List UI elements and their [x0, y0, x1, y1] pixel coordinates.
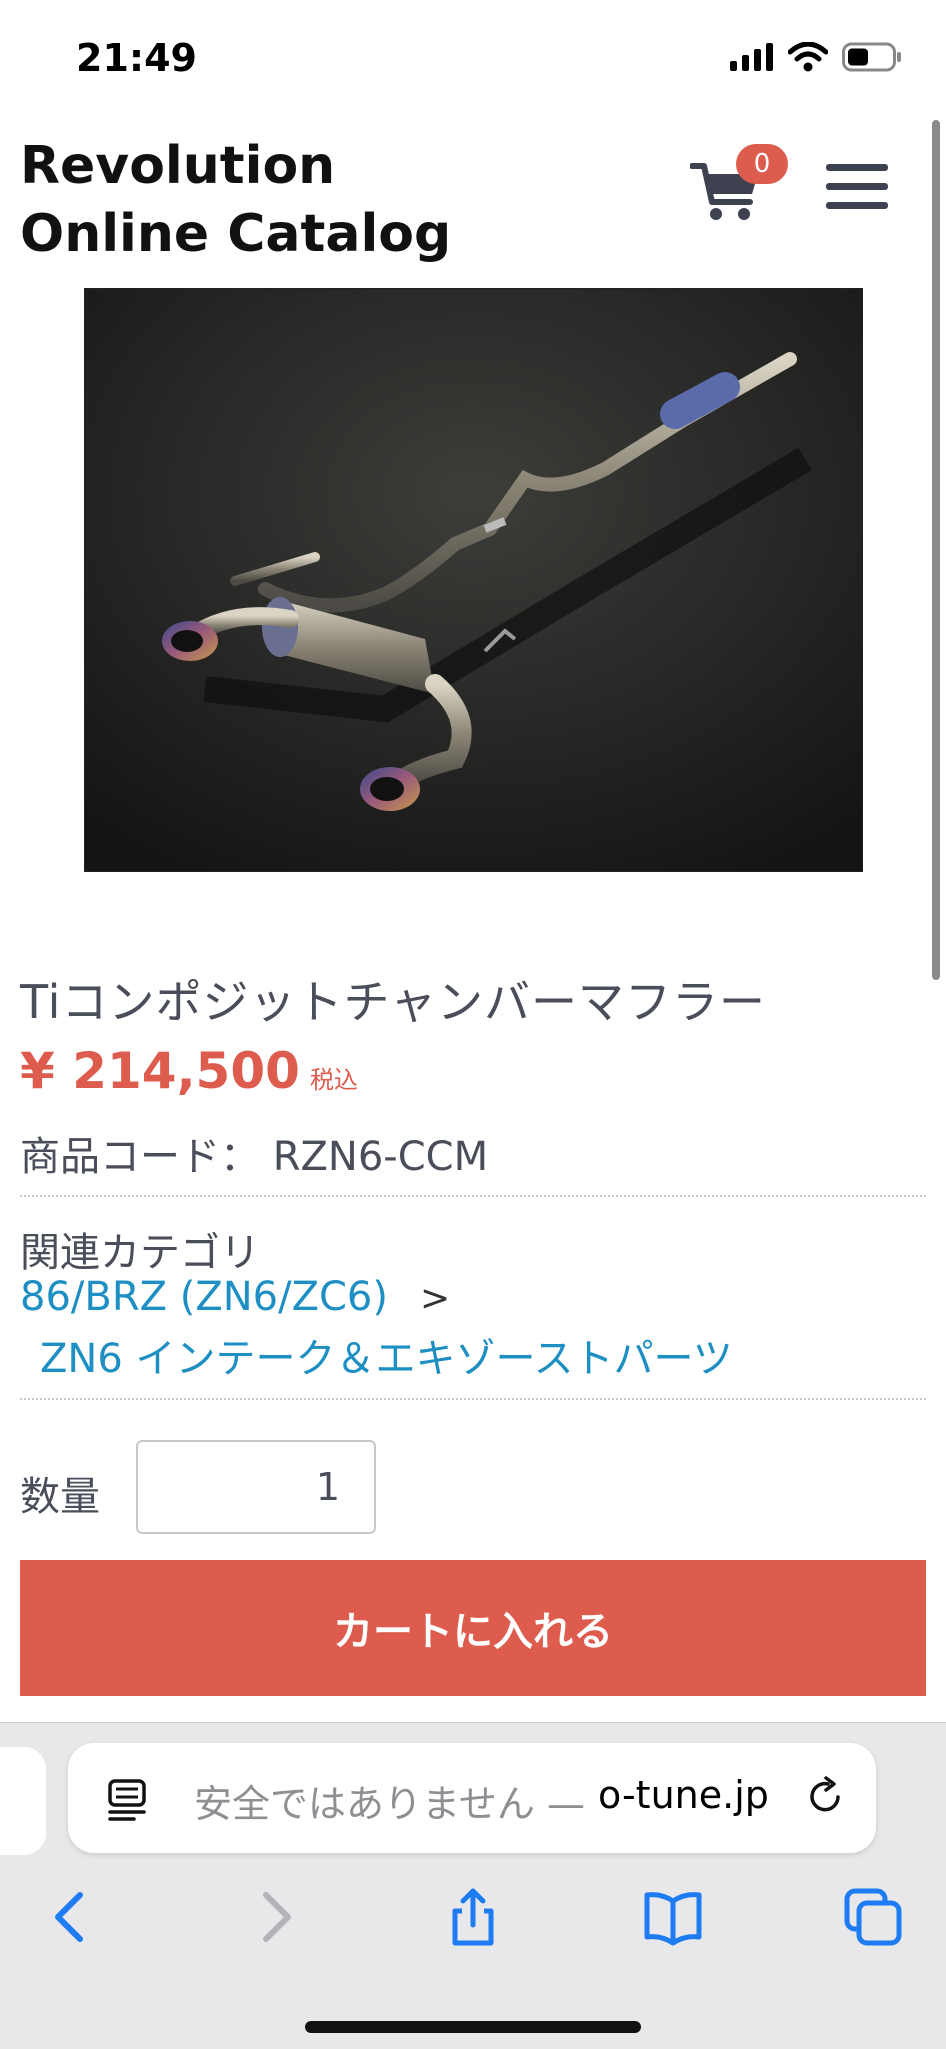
share-icon[interactable] — [443, 1887, 503, 1947]
price-value: ¥ 214,500 — [20, 1042, 300, 1100]
product-code-label: 商品コード： — [20, 1134, 260, 1180]
quantity-input[interactable] — [136, 1440, 376, 1534]
address-bar[interactable]: 安全ではありません — o-tune.jp — [68, 1743, 876, 1853]
product-price: ¥ 214,500 税込 — [20, 1042, 358, 1100]
back-icon[interactable] — [42, 1887, 102, 1947]
cart-count-badge: 0 — [736, 144, 788, 184]
bookmarks-icon[interactable] — [643, 1887, 703, 1947]
cart-button[interactable]: 0 — [690, 144, 790, 226]
category-link-zn6-intake-exhaust[interactable]: ZN6 インテーク＆エキゾーストパーツ — [40, 1326, 733, 1384]
category-separator: > — [420, 1278, 451, 1319]
product-name: Tiコンポジットチャンバーマフラー — [20, 975, 767, 1029]
tax-note: 税込 — [309, 1066, 358, 1094]
page-scrollbar[interactable] — [932, 120, 940, 980]
divider — [20, 1195, 926, 1197]
signal-icon — [730, 43, 773, 71]
site-title[interactable]: Revolution Online Catalog — [20, 132, 540, 268]
product-code: 商品コード： RZN6-CCM — [20, 1124, 488, 1182]
browser-toolbar: 安全ではありません — o-tune.jp — [0, 1722, 946, 2049]
previous-tab-edge[interactable] — [0, 1747, 46, 1855]
product-image — [84, 288, 863, 872]
divider — [20, 1398, 926, 1400]
battery-icon — [842, 42, 901, 72]
status-icons — [730, 42, 902, 72]
forward-icon[interactable] — [244, 1887, 304, 1947]
add-to-cart-button[interactable]: カートに入れる — [20, 1560, 926, 1696]
product-code-value: RZN6-CCM — [272, 1134, 489, 1180]
address-security-text: 安全ではありません — — [194, 1782, 585, 1826]
quantity-label: 数量 — [20, 1474, 100, 1520]
reader-icon[interactable] — [106, 1777, 150, 1821]
tabs-icon[interactable] — [843, 1887, 903, 1947]
category-link-86-brz[interactable]: 86/BRZ (ZN6/ZC6) — [20, 1274, 388, 1320]
reload-icon[interactable] — [804, 1775, 848, 1819]
category-label: 関連カテゴリ — [20, 1230, 260, 1276]
hamburger-menu-icon[interactable] — [826, 164, 888, 209]
wifi-icon — [788, 42, 828, 72]
status-time: 21:49 — [76, 36, 197, 80]
home-indicator[interactable] — [305, 2021, 641, 2033]
address-host-text: o-tune.jp — [598, 1773, 769, 1817]
